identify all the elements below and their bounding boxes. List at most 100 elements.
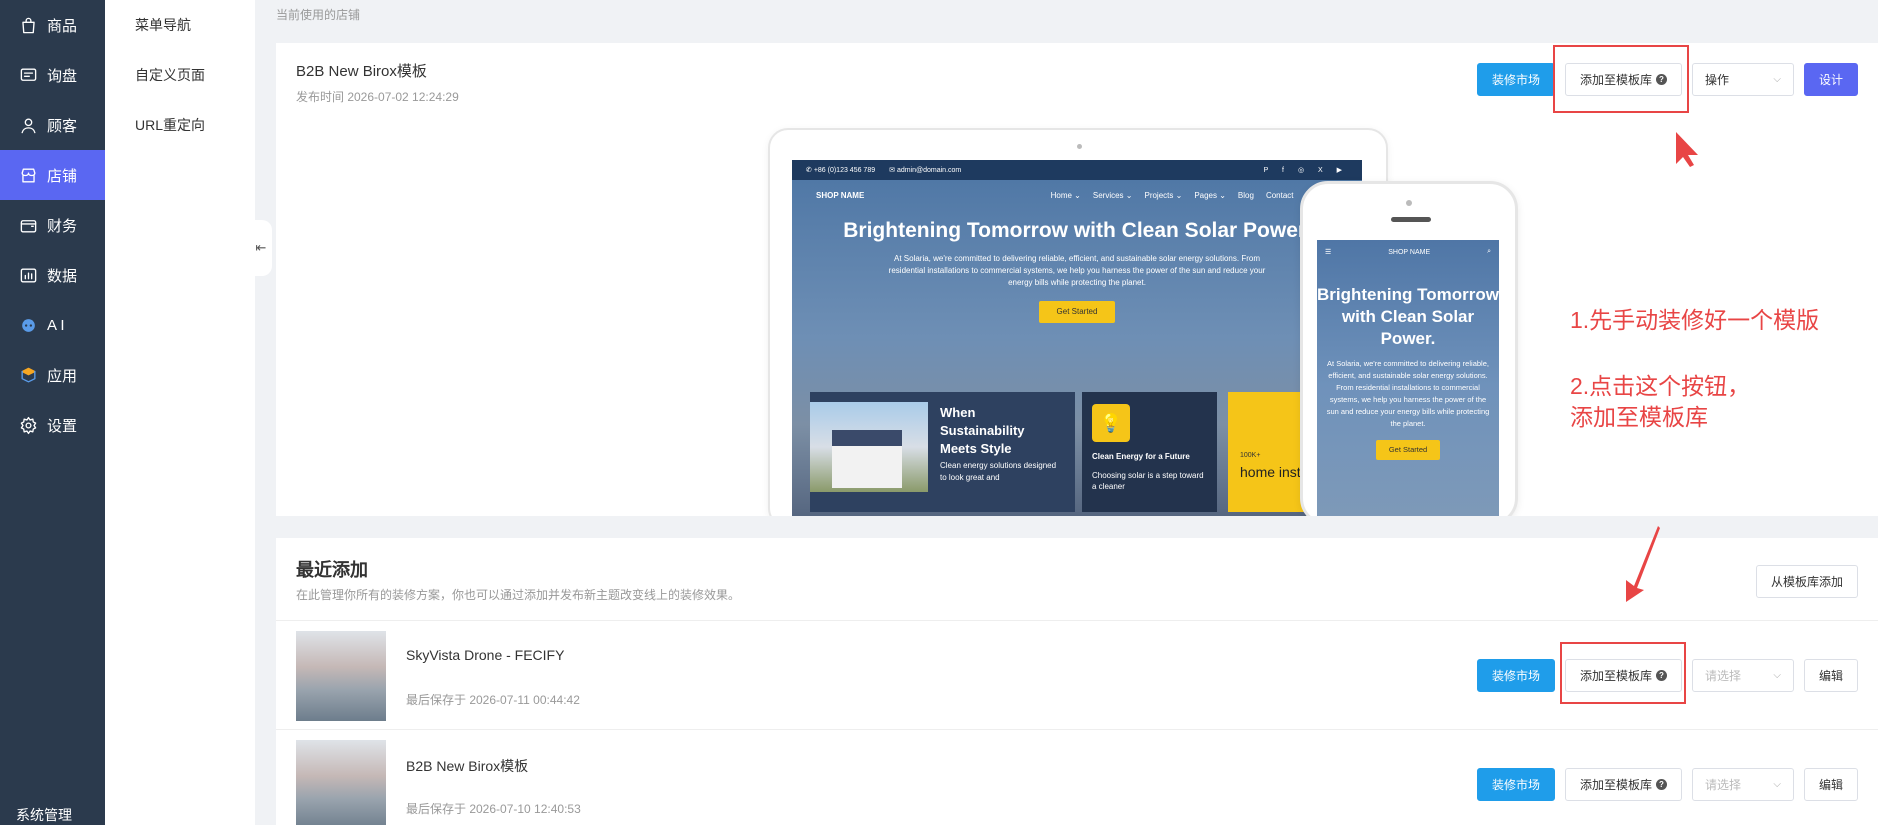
phone-cta: Get Started (1376, 440, 1440, 460)
preview-nav-link: Blog (1237, 190, 1254, 200)
cube-icon (18, 365, 38, 385)
decoration-market-button[interactable]: 装修市场 (1476, 659, 1555, 692)
preview-panel-style: When Sustainability Meets Style Clean en… (810, 392, 1075, 512)
social-icons: P f ◎ X ▶ (1263, 167, 1348, 174)
sidebar-item-label: A I (47, 316, 65, 334)
gear-icon (18, 415, 38, 435)
phone-headline: Brightening Tomorrow with Clean Solar Po… (1317, 285, 1499, 348)
design-button[interactable]: 设计 (1803, 63, 1858, 96)
sidebar-item-ai[interactable]: A I (0, 300, 105, 350)
phone-nav: ☰ SHOP NAME ⌕ (1317, 240, 1499, 264)
subnav-item-url-redirect[interactable]: URL重定向 (105, 100, 255, 150)
preview-nav-links: Home ⌄ Services ⌄ Projects ⌄ Pages ⌄ Blo… (1051, 191, 1294, 200)
add-from-library-button[interactable]: 从模板库添加 (1755, 565, 1858, 598)
sidebar-item-inquiry[interactable]: 询盘 (0, 50, 105, 100)
user-icon (18, 115, 38, 135)
system-management-link[interactable]: 系统管理 (16, 805, 72, 825)
panel-title: When Sustainability Meets Style (940, 405, 1025, 456)
sidebar-item-label: 询盘 (47, 67, 78, 85)
chat-icon (18, 65, 38, 85)
sidebar-item-label: 设置 (47, 417, 78, 435)
help-icon[interactable]: ? (1655, 779, 1667, 790)
store-icon (18, 165, 38, 185)
sidebar-item-data[interactable]: 数据 (0, 250, 105, 300)
sidebar-item-label: 数据 (47, 267, 78, 285)
phone-camera (1406, 200, 1412, 206)
highlight-box-top (1553, 45, 1689, 113)
search-icon: ⌕ (1487, 248, 1491, 255)
theme-title: SkyVista Drone - FECIFY (406, 647, 565, 663)
add-to-library-button[interactable]: 添加至模板库? (1564, 768, 1682, 801)
current-store-card: B2B New Birox模板 发布时间 2026-07-02 12:24:29… (276, 43, 1878, 516)
action-select[interactable]: 请选择 ⌵ (1691, 768, 1794, 801)
theme-row: B2B New Birox模板 最后保存于 2026-07-10 12:40:5… (276, 729, 1878, 825)
tablet-camera (1077, 144, 1082, 149)
bag-icon (18, 15, 38, 35)
preview-nav-link: Contact (1265, 190, 1294, 200)
theme-saved-date: 最后保存于 2026-07-11 00:44:42 (406, 693, 580, 707)
annotation-step-1: 1.先手动装修好一个模版 (1570, 307, 1820, 333)
add-to-library-label: 添加至模板库 (1579, 778, 1652, 792)
edit-button[interactable]: 编辑 (1803, 768, 1858, 801)
panel-title: Clean Energy for a Future (1092, 452, 1190, 461)
preview-shop-name: SHOP NAME (816, 190, 865, 200)
chevron-down-icon: ⌵ (1773, 779, 1781, 790)
preview-topbar: ✆ +86 (0)123 456 789 ✉ admin@domain.com … (792, 160, 1362, 180)
preview-panels: When Sustainability Meets Style Clean en… (810, 392, 1362, 512)
arrow-pointer-icon (1676, 132, 1698, 167)
tablet-preview: ✆ +86 (0)123 456 789 ✉ admin@domain.com … (768, 128, 1388, 516)
chevron-down-icon: ⌵ (1773, 74, 1781, 85)
collapse-sidebar-icon[interactable]: ⇤ (250, 220, 272, 276)
sidebar-item-label: 店铺 (47, 167, 78, 185)
preview-panel-energy: 💡 Clean Energy for a Future Choosing sol… (1082, 392, 1217, 512)
sidebar-item-settings[interactable]: 设置 (0, 400, 105, 450)
chevron-down-icon: ⌵ (1773, 670, 1781, 681)
subnav-item-menu-navigation[interactable]: 菜单导航 (105, 0, 255, 50)
annotation-step-2-line1: 2.点击这个按钮， (1570, 373, 1751, 399)
chart-icon (18, 265, 38, 285)
sidebar-item-customers[interactable]: 顾客 (0, 100, 105, 150)
operation-select[interactable]: 操作 ⌵ (1691, 63, 1794, 96)
phone-body: At Solaria, we're committed to deliverin… (1326, 359, 1490, 428)
sidebar-item-products[interactable]: 商品 (0, 0, 105, 50)
phone-shop-name: SHOP NAME (1388, 248, 1431, 256)
secondary-sidebar: 菜单导航 自定义页面 URL重定向 (105, 0, 255, 825)
operation-select-value: 操作 (1704, 73, 1729, 87)
menu-icon: ☰ (1325, 249, 1332, 256)
phone-preview: ☰ SHOP NAME ⌕ Brightening Tomorrow with … (1300, 181, 1518, 516)
preview-body: At Solaria, we're committed to deliverin… (888, 254, 1266, 287)
house-image (810, 402, 928, 492)
annotation-step-2-line2: 添加至模板库 (1570, 404, 1708, 430)
email-address: ✉ admin@domain.com (889, 167, 962, 174)
store-publish-date: 发布时间 2026-07-02 12:24:29 (296, 90, 459, 104)
sidebar-item-finance[interactable]: 财务 (0, 200, 105, 250)
sidebar-item-store[interactable]: 店铺 (0, 150, 105, 200)
phone-speaker (1391, 217, 1431, 222)
subnav-item-custom-pages[interactable]: 自定义页面 (105, 50, 255, 100)
section-title: 最近添加 (296, 560, 368, 580)
action-select[interactable]: 请选择 ⌵ (1691, 659, 1794, 692)
sidebar-item-label: 应用 (47, 367, 78, 385)
primary-sidebar: 商品 询盘 顾客 店铺 财务 数据 A I 应用 设置 系统管理 (0, 0, 105, 825)
robot-icon (18, 315, 38, 335)
theme-title: B2B New Birox模板 (406, 758, 529, 774)
sidebar-item-apps[interactable]: 应用 (0, 350, 105, 400)
phone-screen: ☰ SHOP NAME ⌕ Brightening Tomorrow with … (1317, 240, 1499, 516)
preview-nav-link: Pages ⌄ (1194, 190, 1226, 200)
tablet-screen: ✆ +86 (0)123 456 789 ✉ admin@domain.com … (792, 160, 1362, 516)
highlight-box-row (1560, 642, 1686, 704)
sidebar-item-label: 商品 (47, 17, 78, 35)
theme-thumbnail (296, 740, 386, 825)
decoration-market-button[interactable]: 装修市场 (1476, 768, 1555, 801)
panel-subtitle: Clean energy solutions designed to look … (940, 461, 1057, 482)
panel-stat: 100K+ (1240, 452, 1261, 459)
preview-nav: SHOP NAME Home ⌄ Services ⌄ Projects ⌄ P… (792, 180, 1362, 210)
arrow-down-icon (1626, 526, 1660, 602)
breadcrumb: 当前使用的店铺 (276, 8, 361, 22)
lightbulb-icon: 💡 (1092, 404, 1130, 442)
edit-button[interactable]: 编辑 (1803, 659, 1858, 692)
decoration-market-button[interactable]: 装修市场 (1476, 63, 1555, 96)
wallet-icon (18, 215, 38, 235)
theme-actions: 装修市场 添加至模板库? 请选择 ⌵ 编辑 (1476, 768, 1858, 801)
action-select-placeholder: 请选择 (1704, 669, 1741, 683)
